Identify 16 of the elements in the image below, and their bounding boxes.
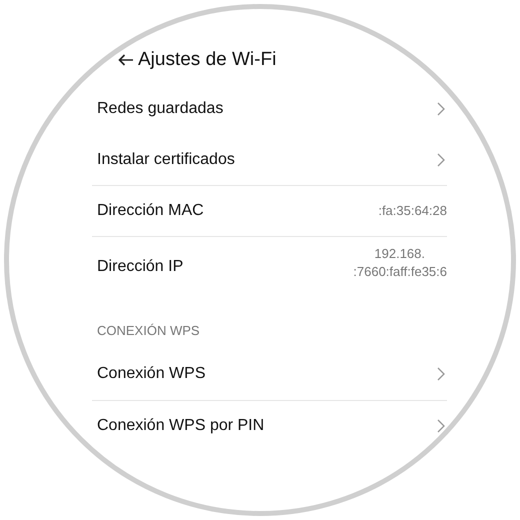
chevron-icon — [437, 153, 445, 167]
row-label: Dirección IP — [97, 256, 184, 276]
chevron-icon — [437, 419, 445, 433]
back-arrow-icon[interactable] — [118, 54, 134, 66]
chevron-icon — [437, 366, 445, 380]
row-label: Redes guardadas — [97, 99, 224, 119]
row-label: Conexión WPS — [97, 364, 206, 384]
row-label: Dirección MAC — [97, 201, 204, 221]
chevron-icon — [437, 102, 445, 116]
value-text: :7660:faff:fe35:6 — [353, 262, 447, 280]
page-title: Ajustes de Wi-Fi — [138, 48, 276, 72]
row-label: Conexión WPS por PIN — [97, 416, 264, 436]
section-header: CONEXIÓN WPS — [97, 323, 201, 339]
value-text: 192.168. — [374, 244, 425, 262]
row-label: Instalar certificados — [97, 150, 235, 170]
value-text: :fa:35:64:28 — [378, 202, 447, 220]
